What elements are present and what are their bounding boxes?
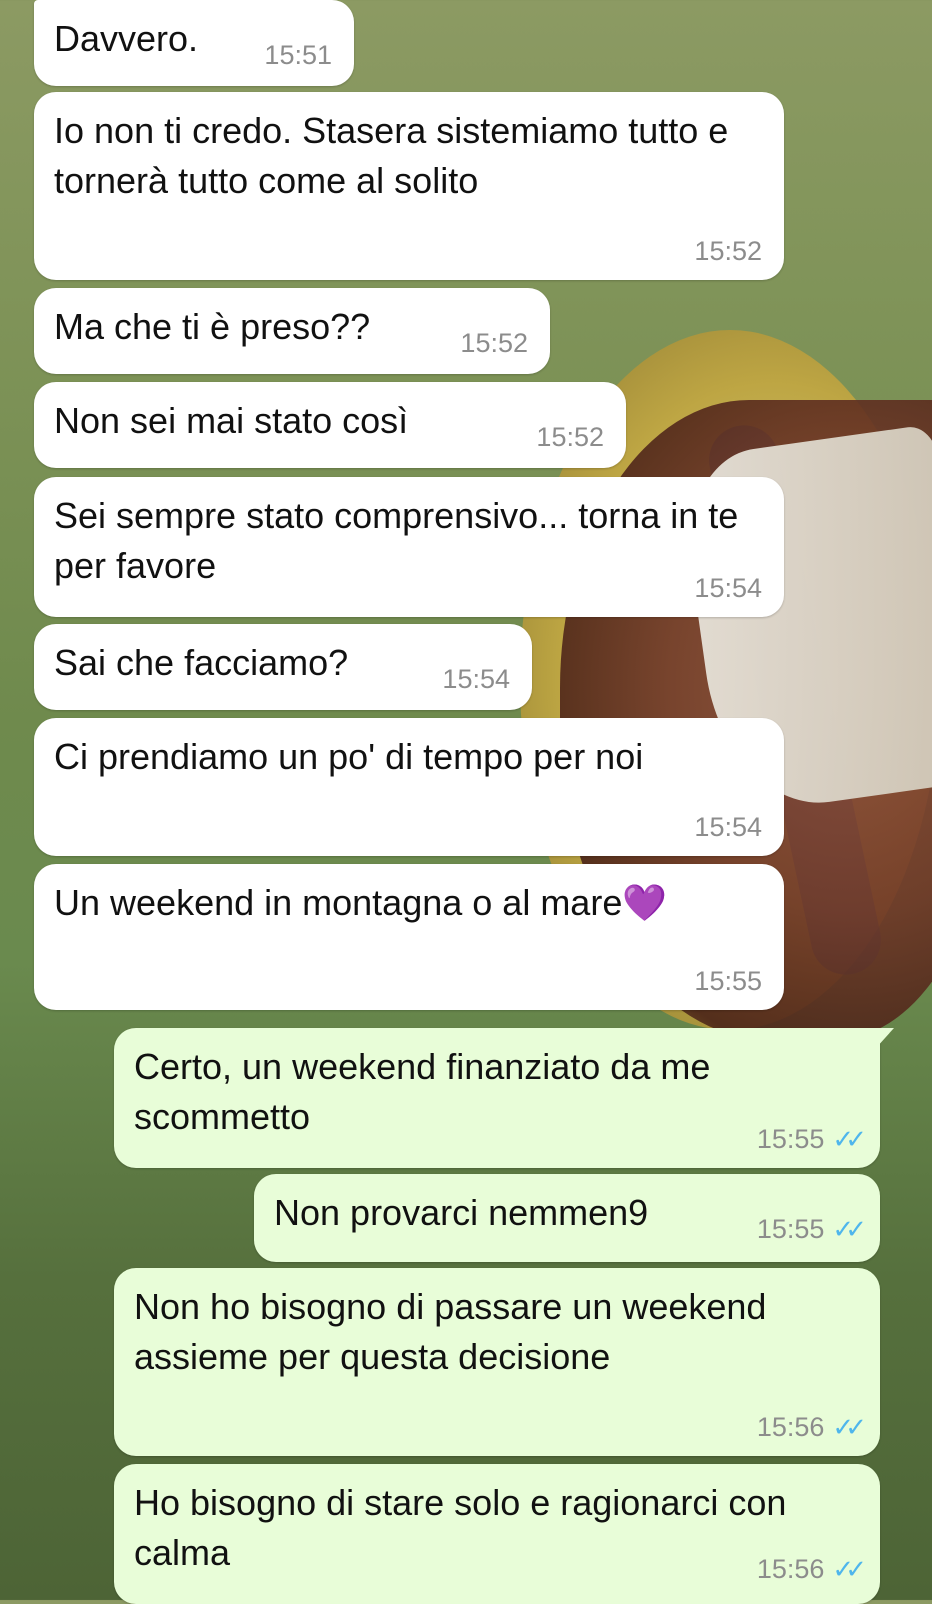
message-time-group: 15:56 ✓✓ — [756, 1554, 867, 1584]
message-text: Ci prendiamo un po' di tempo per noi — [54, 736, 644, 777]
message-time: 15:55 — [756, 1214, 825, 1244]
message-text: Un weekend in montagna o al mare💜 — [54, 882, 668, 923]
message-incoming[interactable]: Ma che ti è preso?? 15:52 — [34, 288, 550, 374]
chat-message-list[interactable]: Davvero. 15:51 Io non ti credo. Stasera … — [0, 0, 932, 1604]
message-time: 15:52 — [536, 422, 604, 452]
message-incoming[interactable]: Un weekend in montagna o al mare💜 15:55 — [34, 864, 784, 1010]
message-text: Non provarci nemmen9 — [274, 1192, 649, 1233]
message-incoming[interactable]: Io non ti credo. Stasera sistemiamo tutt… — [34, 92, 784, 280]
message-incoming[interactable]: Davvero. 15:51 — [34, 0, 354, 86]
message-text: Certo, un weekend finanziato da me scomm… — [134, 1046, 711, 1137]
message-text: Sai che facciamo? — [54, 642, 349, 683]
message-time: 15:52 — [460, 328, 528, 358]
message-time: 15:56 — [756, 1412, 825, 1442]
message-time-group: 15:56 ✓✓ — [756, 1412, 867, 1442]
message-text: Non ho bisogno di passare un weekend ass… — [134, 1286, 767, 1377]
message-incoming[interactable]: Sei sempre stato comprensivo... torna in… — [34, 477, 784, 617]
message-time: 15:55 — [694, 966, 762, 996]
read-receipt-icon: ✓✓ — [832, 1554, 866, 1584]
message-time: 15:54 — [442, 664, 510, 694]
read-receipt-icon: ✓✓ — [832, 1412, 866, 1442]
message-text: Ho bisogno di stare solo e ragionarci co… — [134, 1482, 787, 1573]
message-outgoing[interactable]: Ho bisogno di stare solo e ragionarci co… — [114, 1464, 880, 1604]
message-incoming[interactable]: Ci prendiamo un po' di tempo per noi 15:… — [34, 718, 784, 856]
message-time: 15:54 — [694, 812, 762, 842]
message-text: Sei sempre stato comprensivo... torna in… — [54, 495, 739, 586]
message-time-group: 15:55 ✓✓ — [756, 1124, 867, 1154]
message-time: 15:52 — [694, 236, 762, 266]
message-outgoing[interactable]: Non ho bisogno di passare un weekend ass… — [114, 1268, 880, 1456]
message-text: Ma che ti è preso?? — [54, 306, 371, 347]
message-time: 15:54 — [694, 573, 762, 603]
read-receipt-icon: ✓✓ — [832, 1214, 866, 1244]
message-text: Davvero. — [54, 18, 199, 59]
message-text: Io non ti credo. Stasera sistemiamo tutt… — [54, 110, 729, 201]
message-time-group: 15:55 ✓✓ — [756, 1214, 867, 1244]
message-outgoing[interactable]: Certo, un weekend finanziato da me scomm… — [114, 1028, 894, 1168]
message-time: 15:56 — [756, 1554, 825, 1584]
message-time: 15:51 — [264, 40, 332, 70]
message-outgoing[interactable]: Non provarci nemmen9 15:55 ✓✓ — [254, 1174, 880, 1262]
read-receipt-icon: ✓✓ — [832, 1124, 866, 1154]
message-time: 15:55 — [756, 1124, 825, 1154]
bubble-tail — [876, 1028, 894, 1048]
message-text: Non sei mai stato così — [54, 400, 409, 441]
message-incoming[interactable]: Non sei mai stato così 15:52 — [34, 382, 626, 468]
message-incoming[interactable]: Sai che facciamo? 15:54 — [34, 624, 532, 710]
